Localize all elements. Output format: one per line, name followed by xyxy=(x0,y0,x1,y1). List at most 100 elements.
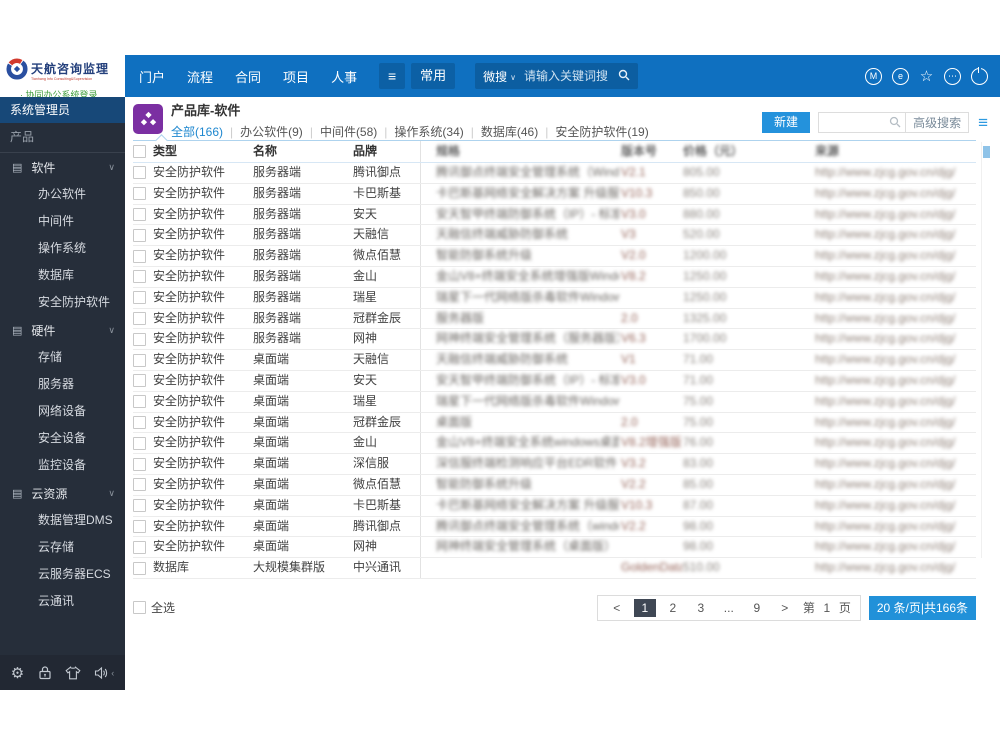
row-checkbox[interactable] xyxy=(133,454,153,474)
power-icon[interactable] xyxy=(971,66,988,85)
category-tab[interactable]: 数据库(46) xyxy=(481,123,538,140)
row-checkbox[interactable] xyxy=(133,537,153,557)
sidebar-item[interactable]: 服务器 xyxy=(0,371,125,398)
next-page-button[interactable]: > xyxy=(774,599,796,617)
m-badge-icon[interactable]: M xyxy=(865,67,882,85)
lock-icon[interactable] xyxy=(38,665,52,680)
cell-source[interactable]: http://www.zjcg.gov.cn/djg/ xyxy=(813,517,976,537)
row-checkbox[interactable] xyxy=(133,350,153,370)
sidebar-group[interactable]: ▤ 硬件 ∨ xyxy=(0,316,125,344)
cell-source[interactable]: http://www.zjcg.gov.cn/djg/ xyxy=(813,184,976,204)
sidebar-item[interactable]: 网络设备 xyxy=(0,398,125,425)
row-checkbox[interactable] xyxy=(133,267,153,287)
topnav-item[interactable]: 合同 xyxy=(235,67,261,86)
cell-source[interactable]: http://www.zjcg.gov.cn/djg/ xyxy=(813,558,976,578)
page-size-summary[interactable]: 20 条/页|共166条 xyxy=(868,595,976,620)
row-checkbox[interactable] xyxy=(133,475,153,495)
category-tab[interactable]: 安全防护软件(19) xyxy=(555,123,648,140)
row-checkbox[interactable] xyxy=(133,413,153,433)
row-checkbox[interactable] xyxy=(133,371,153,391)
cell-source[interactable]: http://www.zjcg.gov.cn/djg/ xyxy=(813,454,976,474)
favorite-star-icon[interactable]: ☆ xyxy=(919,68,934,85)
row-checkbox[interactable] xyxy=(133,163,153,183)
cell-source[interactable]: http://www.zjcg.gov.cn/djg/ xyxy=(813,413,976,433)
row-checkbox[interactable] xyxy=(133,558,153,578)
scrollbar-thumb[interactable] xyxy=(983,146,990,158)
cell-source[interactable]: http://www.zjcg.gov.cn/djg/ xyxy=(813,267,976,287)
cell-source[interactable]: http://www.zjcg.gov.cn/djg/ xyxy=(813,537,976,557)
cell-source[interactable]: http://www.zjcg.gov.cn/djg/ xyxy=(813,163,976,183)
sidebar-item[interactable]: 办公软件 xyxy=(0,181,125,208)
row-checkbox[interactable] xyxy=(133,433,153,453)
table-search-input[interactable] xyxy=(819,114,890,131)
page-button[interactable]: 2 xyxy=(662,599,684,617)
cell-source[interactable]: http://www.zjcg.gov.cn/djg/ xyxy=(813,246,976,266)
row-checkbox[interactable] xyxy=(133,517,153,537)
search-icon[interactable] xyxy=(889,115,901,133)
sidebar-group[interactable]: ▤ 软件 ∨ xyxy=(0,153,125,181)
select-all-checkbox[interactable] xyxy=(133,601,146,615)
sidebar-item[interactable]: 云服务器ECS xyxy=(0,561,125,588)
sidebar-item[interactable]: 中间件 xyxy=(0,208,125,235)
new-button[interactable]: 新建 xyxy=(762,112,811,133)
category-tab[interactable]: 全部(166) xyxy=(171,123,223,140)
topnav-item[interactable]: 项目 xyxy=(283,67,309,86)
cell-source[interactable]: http://www.zjcg.gov.cn/djg/ xyxy=(813,329,976,349)
header-checkbox[interactable] xyxy=(133,141,153,162)
settings-icon[interactable]: ⚙ xyxy=(11,664,24,682)
sidebar-item[interactable]: 安全设备 xyxy=(0,425,125,452)
sidebar-item[interactable]: 安全防护软件 xyxy=(0,289,125,316)
cell-source[interactable]: http://www.zjcg.gov.cn/djg/ xyxy=(813,309,976,329)
cell-source[interactable]: http://www.zjcg.gov.cn/djg/ xyxy=(813,433,976,453)
page-button[interactable]: 1 xyxy=(633,598,656,617)
cell-source[interactable]: http://www.zjcg.gov.cn/djg/ xyxy=(813,225,976,245)
sidebar-item[interactable]: 数据管理DMS xyxy=(0,507,125,534)
category-tab[interactable]: 中间件(58) xyxy=(320,123,377,140)
theme-icon[interactable] xyxy=(65,665,81,680)
table-scrollbar[interactable] xyxy=(981,142,990,558)
current-role-bar[interactable]: 系统管理员 xyxy=(0,97,125,123)
topnav-item[interactable]: 人事 xyxy=(331,67,357,86)
sidebar-item[interactable]: 云通讯 xyxy=(0,588,125,615)
cell-source[interactable]: http://www.zjcg.gov.cn/djg/ xyxy=(813,205,976,225)
row-checkbox[interactable] xyxy=(133,309,153,329)
select-all-control[interactable]: 全选 xyxy=(133,599,175,616)
row-checkbox[interactable] xyxy=(133,246,153,266)
sidebar-item[interactable]: 监控设备 xyxy=(0,452,125,479)
row-checkbox[interactable] xyxy=(133,205,153,225)
row-checkbox[interactable] xyxy=(133,329,153,349)
page-button[interactable]: 9 xyxy=(746,599,768,617)
prev-page-button[interactable]: < xyxy=(606,599,628,617)
hamburger-icon[interactable]: ≡ xyxy=(379,63,406,89)
row-checkbox[interactable] xyxy=(133,288,153,308)
sidebar-group[interactable]: ▤ 云资源 ∨ xyxy=(0,479,125,507)
topnav-item[interactable]: 门户 xyxy=(139,67,165,86)
page-button[interactable]: ... xyxy=(718,599,740,617)
search-icon[interactable] xyxy=(618,68,630,86)
cell-source[interactable]: http://www.zjcg.gov.cn/djg/ xyxy=(813,288,976,308)
page-button[interactable]: 3 xyxy=(690,599,712,617)
cell-source[interactable]: http://www.zjcg.gov.cn/djg/ xyxy=(813,350,976,370)
row-checkbox[interactable] xyxy=(133,392,153,412)
page-jump-input[interactable]: 1 xyxy=(819,601,835,615)
volume-icon[interactable]: ‹ xyxy=(94,666,114,680)
row-checkbox[interactable] xyxy=(133,496,153,516)
global-search-input[interactable] xyxy=(521,68,618,84)
message-icon[interactable]: e xyxy=(892,67,909,85)
cell-source[interactable]: http://www.zjcg.gov.cn/djg/ xyxy=(813,496,976,516)
advanced-search-button[interactable]: 高级搜索 xyxy=(906,114,968,131)
sidebar-item[interactable]: 存储 xyxy=(0,344,125,371)
more-icon[interactable]: ⋯ xyxy=(944,67,961,85)
sidebar-item[interactable]: 云存储 xyxy=(0,534,125,561)
row-checkbox[interactable] xyxy=(133,184,153,204)
sidebar-item[interactable]: 数据库 xyxy=(0,262,125,289)
wesearch-label[interactable]: 微搜 xyxy=(483,68,507,85)
list-view-icon[interactable]: ≡ xyxy=(978,114,988,131)
nav-pinned-tab[interactable]: 常用 xyxy=(411,63,456,89)
sidebar-item[interactable]: 操作系统 xyxy=(0,235,125,262)
category-tab[interactable]: 操作系统(34) xyxy=(394,123,463,140)
cell-source[interactable]: http://www.zjcg.gov.cn/djg/ xyxy=(813,475,976,495)
cell-source[interactable]: http://www.zjcg.gov.cn/djg/ xyxy=(813,392,976,412)
topnav-item[interactable]: 流程 xyxy=(187,67,213,86)
cell-source[interactable]: http://www.zjcg.gov.cn/djg/ xyxy=(813,371,976,391)
